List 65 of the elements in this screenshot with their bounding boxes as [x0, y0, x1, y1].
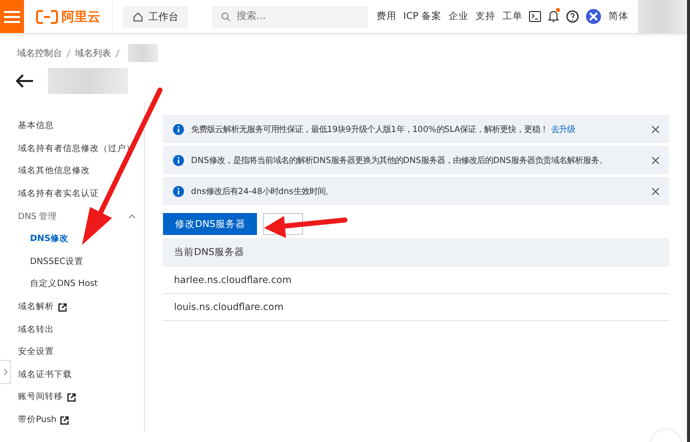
sidebar-label: 安全设置 [18, 346, 54, 358]
nav-link[interactable]: 工单 [502, 10, 522, 23]
sidebar-label: 账号间转移 [18, 391, 63, 404]
back-arrow-icon[interactable] [16, 74, 34, 88]
sidebar-item[interactable]: 自定义DNS Host [30, 273, 98, 296]
close-icon[interactable] [652, 156, 659, 164]
external-link-icon [67, 392, 76, 402]
menu-icon [4, 10, 20, 22]
close-icon[interactable] [652, 126, 659, 132]
nav-link[interactable]: 支持 [475, 10, 496, 23]
sidebar-item[interactable]: 带价Push [18, 408, 70, 432]
nav-link[interactable]: 费用 [376, 10, 396, 23]
menu-button[interactable] [0, 0, 24, 33]
notice-text: 免费版云解析无服务可用性保证，最低19块9升级个人版1年，100%的SLA保证，解析更快，更稳！ 去升级 [191, 124, 576, 134]
home-icon [133, 12, 144, 22]
sidebar-item[interactable]: DNS修改 [30, 228, 69, 251]
search-icon [221, 12, 232, 22]
language-link[interactable]: 简体 [608, 10, 628, 23]
redacted-block [638, 0, 687, 33]
sidebar-item[interactable]: 域名证书下载 [18, 364, 72, 386]
external-link-icon [58, 302, 67, 312]
help-icon[interactable] [566, 10, 580, 23]
logo-icon [36, 10, 58, 24]
breadcrumb-link[interactable]: 域名控制台 [17, 46, 62, 60]
logo-text: 阿里云 [61, 8, 100, 26]
separator-icon [115, 48, 120, 58]
chevron-icon [2, 368, 8, 376]
sidebar-label: 域名其他信息修改 [18, 165, 90, 178]
sidebar-label: 域名证书下载 [18, 368, 72, 381]
sidebar-item[interactable]: 安全设置 [18, 340, 54, 364]
change-dns-button[interactable]: 修改DNS服务器 [163, 213, 258, 235]
workbench-button[interactable]: 工作台 [123, 6, 188, 28]
nav-link[interactable]: ICP 备案 [403, 10, 442, 23]
sidebar-label: 带价Push [18, 414, 56, 426]
sidebar-item[interactable]: 域名持有者实名认证 [18, 182, 99, 206]
sidebar-item[interactable]: 账号间转移 [18, 386, 76, 409]
info-icon [173, 186, 184, 196]
info-icon [173, 154, 184, 166]
table-cell: harlee.ns.cloudflare.com [163, 267, 669, 294]
close-icon[interactable] [652, 188, 659, 194]
redacted-block [128, 44, 158, 62]
table-cell: louis.ns.cloudflare.com [163, 294, 669, 320]
bell-icon[interactable] [548, 10, 560, 23]
sidebar-label: DNS 管理 [18, 210, 58, 223]
sidebar-item[interactable]: 域名转出 [18, 318, 54, 341]
sidebar-item[interactable]: 基本信息 [18, 115, 54, 138]
upgrade-link[interactable]: 去升级 [551, 124, 576, 134]
notice-text: dns修改后有24-48小时dns生效时间。 [191, 186, 334, 196]
search-field[interactable]: 搜索... [212, 6, 368, 28]
external-link-icon [60, 416, 70, 425]
sidebar-label: 域名持有者实名认证 [18, 188, 99, 200]
column-header: 当前DNS服务器 [163, 238, 669, 267]
terminal-icon[interactable] [529, 11, 542, 22]
separator-icon [66, 48, 71, 58]
sidebar-label: 基本信息 [18, 120, 54, 132]
info-icon [173, 124, 184, 134]
breadcrumb-link[interactable]: 域名列表 [75, 46, 111, 60]
notice-text: DNS修改，是指将当前域名的解析DNS服务器更换为其他的DNS服务器，由修改后的DNS服务器负责域名解析服务。 [191, 154, 608, 166]
sidebar-label: 域名解析 [18, 301, 54, 314]
sidebar-item[interactable]: 域名解析 [18, 296, 67, 318]
sidebar-item[interactable]: DNSSEC设置 [30, 250, 84, 274]
sidebar-group[interactable]: DNS 管理 [18, 205, 144, 228]
sidebar-label: 域名转出 [18, 324, 54, 336]
nav-link[interactable]: 企业 [448, 10, 468, 23]
sidebar-item[interactable]: 域名其他信息修改 [18, 160, 90, 183]
